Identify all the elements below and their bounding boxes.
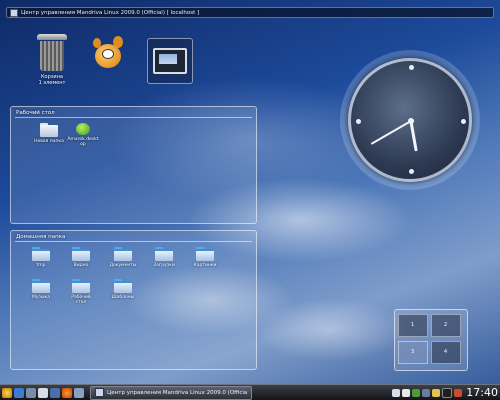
update-icon[interactable]	[422, 388, 431, 397]
folder-item-tmp[interactable]: tmp	[21, 247, 61, 268]
home-folder-panel: Домашняя папка tmp Видео Документы Загру…	[10, 230, 257, 370]
folder-icon	[155, 247, 173, 261]
network-icon[interactable]	[412, 388, 421, 397]
window-title: Центр управления Mandriva Linux 2009.0 (…	[21, 9, 200, 16]
clock-pivot	[408, 118, 414, 124]
folder-icon	[196, 247, 214, 261]
desktop-folder-panel: Рабочий стол Новая папка Amarok.deskt op	[10, 106, 257, 224]
clock-marker	[409, 65, 414, 70]
gimp-desktop-icon[interactable]	[84, 36, 132, 70]
pager-desktop-2[interactable]: 2	[431, 314, 461, 337]
taskbar-clock[interactable]: 17:40	[466, 386, 498, 399]
volume-icon[interactable]	[402, 388, 411, 397]
amarok-desktop-item[interactable]: Amarok.deskt op	[63, 123, 103, 147]
folder-item-music[interactable]: Музыка	[21, 279, 61, 300]
pager-desktop-3[interactable]: 3	[398, 341, 428, 364]
folder-item-downloads[interactable]: Загрузки	[144, 247, 184, 268]
pager-desktop-4[interactable]: 4	[431, 341, 461, 364]
folder-icon	[40, 123, 58, 137]
trash-icon	[36, 34, 68, 72]
display-widget[interactable]	[147, 38, 193, 84]
folder-icon	[32, 279, 50, 293]
folder-icon	[32, 247, 50, 261]
notification-icon[interactable]	[432, 388, 441, 397]
show-desktop-icon[interactable]	[14, 387, 24, 398]
folder-item-templates[interactable]: Шаблоны	[103, 279, 143, 300]
start-menu-icon[interactable]	[2, 387, 12, 398]
desktop-panel-title: Рабочий стол	[16, 110, 55, 116]
trash-desktop-icon[interactable]: Корзина 1 элемент	[28, 34, 76, 86]
system-tray	[392, 387, 463, 398]
panel-divider	[15, 241, 252, 242]
desktop-pager: 1 2 3 4	[394, 309, 468, 371]
amarok-icon	[76, 123, 90, 135]
active-window-titlebar[interactable]: Центр управления Mandriva Linux 2009.0 (…	[6, 7, 494, 18]
folder-item-video[interactable]: Видео	[61, 247, 101, 268]
device-icon[interactable]	[454, 388, 463, 397]
clock-marker	[461, 119, 466, 124]
folder-item-documents[interactable]: Документы	[103, 247, 143, 268]
folder-item-pictures[interactable]: Картинки	[185, 247, 225, 268]
settings-icon[interactable]	[26, 387, 36, 398]
terminal-icon[interactable]	[74, 387, 84, 398]
trash-label: Корзина 1 элемент	[38, 74, 66, 86]
panel-divider	[15, 117, 252, 118]
clock-marker	[409, 169, 414, 174]
monitor-icon	[153, 48, 187, 74]
clock-hour-hand	[409, 120, 418, 151]
gimp-icon	[91, 36, 125, 70]
taskbar-task-control-center[interactable]: Центр управления Mandriva Linux 2009.0 (…	[90, 385, 253, 400]
file-manager-icon[interactable]	[50, 387, 60, 398]
power-icon[interactable]	[442, 387, 453, 398]
folder-icon	[72, 247, 90, 261]
firefox-icon[interactable]	[62, 387, 72, 398]
clock-minute-hand	[370, 120, 412, 145]
clock-face	[348, 58, 472, 182]
home-panel-title: Домашняя папка	[16, 234, 66, 240]
folder-icon	[114, 247, 132, 261]
analog-clock-widget[interactable]	[340, 50, 480, 190]
tools-icon[interactable]	[38, 387, 48, 398]
window-icon[interactable]	[10, 8, 18, 17]
taskbar: Центр управления Mandriva Linux 2009.0 (…	[0, 384, 500, 400]
folder-item-desktop[interactable]: Рабочий стол	[61, 279, 101, 305]
clock-marker	[356, 119, 361, 124]
folder-icon	[72, 279, 90, 293]
folder-icon	[114, 279, 132, 293]
control-center-icon	[95, 388, 104, 397]
pager-desktop-1[interactable]: 1	[398, 314, 428, 337]
clipboard-icon[interactable]	[392, 388, 401, 397]
